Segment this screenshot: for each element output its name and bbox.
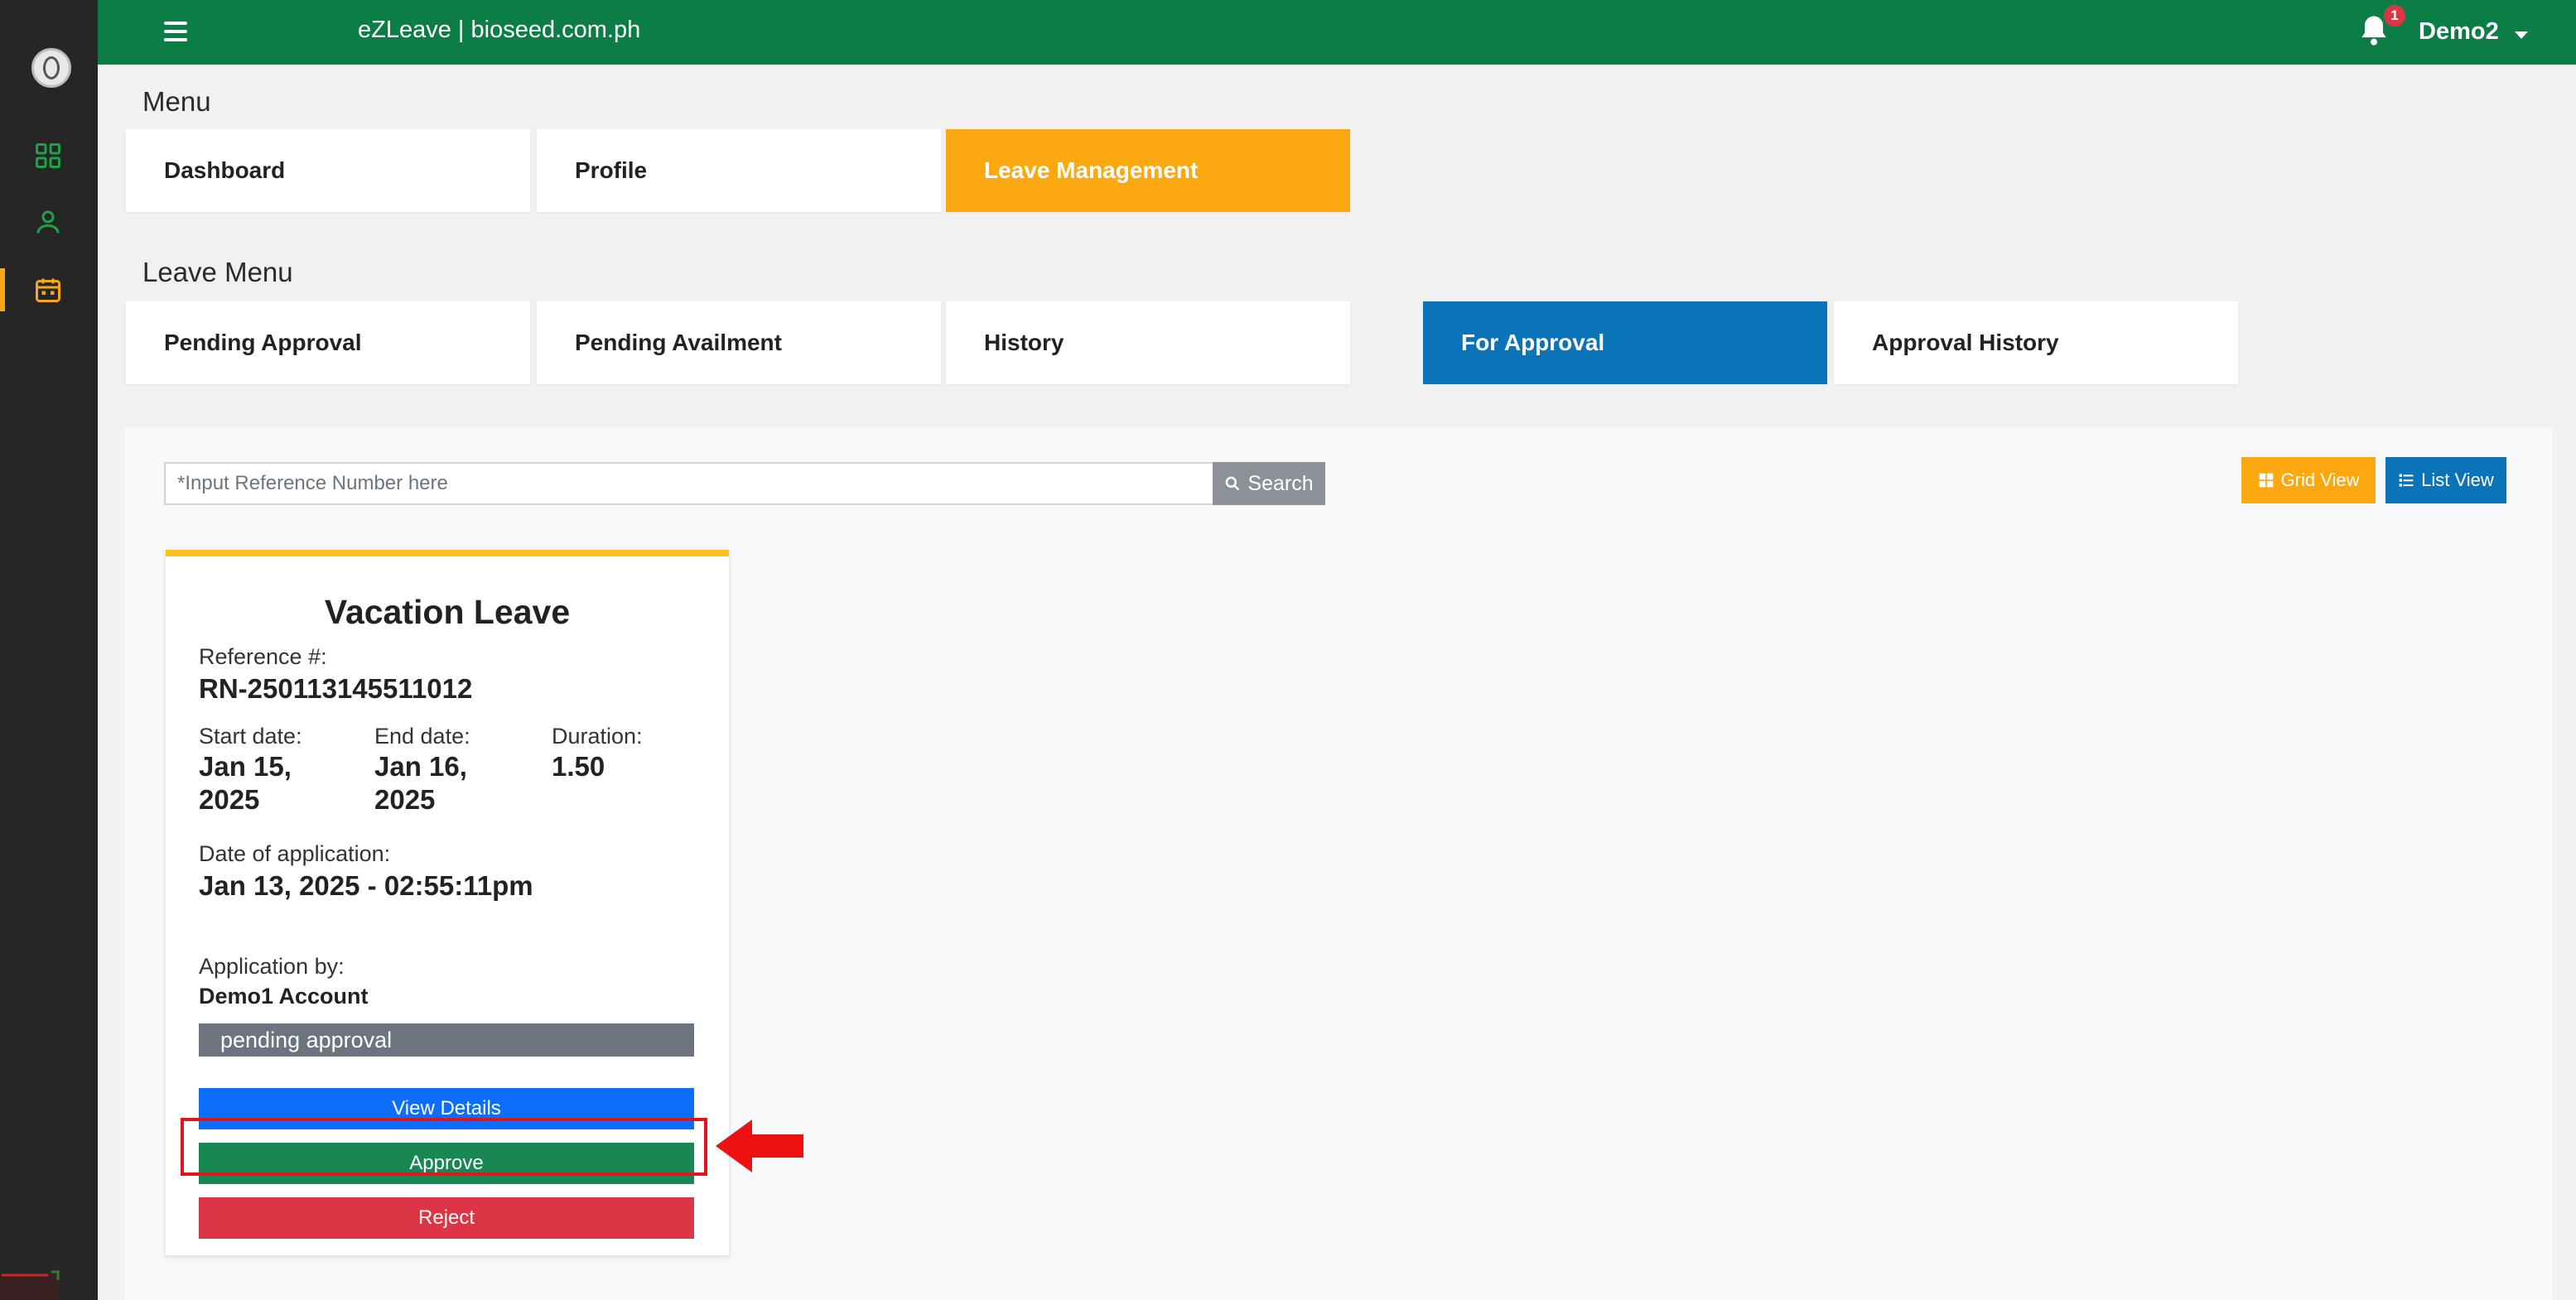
- status-badge: pending approval: [199, 1023, 694, 1057]
- top-bar: eZLeave | bioseed.com.ph 1 Demo2: [98, 0, 2576, 65]
- end-date-line2: 2025: [374, 784, 436, 815]
- start-date-label: Start date:: [199, 724, 302, 749]
- grid-icon: [2259, 473, 2273, 488]
- leave-approval-history-button[interactable]: Approval History: [1834, 301, 2238, 384]
- profile-user-icon[interactable]: [33, 207, 63, 237]
- search-button[interactable]: Search: [1213, 462, 1325, 505]
- left-arrow-icon: [716, 1119, 803, 1172]
- calendar-icon[interactable]: [33, 275, 63, 305]
- search-button-label: Search: [1247, 471, 1314, 495]
- start-date-line2: 2025: [199, 784, 260, 815]
- leave-pending-approval-button[interactable]: Pending Approval: [126, 301, 530, 384]
- reference-number: RN-250113145511012: [199, 673, 473, 704]
- logo-icon[interactable]: [31, 48, 71, 88]
- reference-search-input[interactable]: [164, 462, 1216, 505]
- left-rail: [0, 0, 98, 1300]
- menu-dashboard-button[interactable]: Dashboard: [126, 129, 530, 212]
- search-icon: [1226, 476, 1240, 491]
- approve-highlight-box: [181, 1118, 707, 1176]
- list-view-button[interactable]: List View: [2385, 457, 2506, 503]
- reference-label: Reference #:: [199, 644, 327, 669]
- notification-badge: 1: [2384, 5, 2405, 26]
- chevron-down-icon[interactable]: [2515, 31, 2528, 39]
- app-title: eZLeave | bioseed.com.ph: [358, 17, 641, 43]
- menu-leave-management-button[interactable]: Leave Management: [946, 129, 1350, 212]
- leave-history-button[interactable]: History: [946, 301, 1350, 384]
- applicant-label: Application by:: [199, 954, 345, 979]
- leave-type-title: Vacation Leave: [324, 593, 571, 631]
- leave-menu-section-title: Leave Menu: [142, 257, 293, 287]
- end-date-label: End date:: [374, 724, 470, 749]
- applicant-name: Demo1 Account: [199, 984, 369, 1009]
- active-nav-indicator: [0, 268, 5, 311]
- menu-profile-button[interactable]: Profile: [537, 129, 941, 212]
- list-icon: [2399, 474, 2414, 487]
- leave-pending-availment-button[interactable]: Pending Availment: [537, 301, 941, 384]
- start-date-line1: Jan 15,: [199, 751, 292, 782]
- end-date-line1: Jan 16,: [374, 751, 467, 782]
- list-view-label: List View: [2421, 469, 2494, 490]
- application-date-label: Date of application:: [199, 841, 391, 866]
- grid-view-label: Grid View: [2280, 469, 2360, 490]
- footer-mark-icon: [0, 1269, 60, 1300]
- reject-button[interactable]: Reject: [199, 1197, 694, 1239]
- leave-for-approval-button[interactable]: For Approval: [1423, 301, 1827, 384]
- hamburger-menu-icon[interactable]: [164, 22, 187, 41]
- user-menu[interactable]: Demo2: [2419, 18, 2499, 46]
- dashboard-grid-icon[interactable]: [33, 141, 63, 171]
- duration-label: Duration:: [552, 724, 643, 749]
- grid-view-button[interactable]: Grid View: [2241, 457, 2376, 503]
- menu-section-title: Menu: [142, 86, 211, 117]
- application-date-value: Jan 13, 2025 - 02:55:11pm: [199, 870, 533, 901]
- duration-value: 1.50: [552, 751, 605, 782]
